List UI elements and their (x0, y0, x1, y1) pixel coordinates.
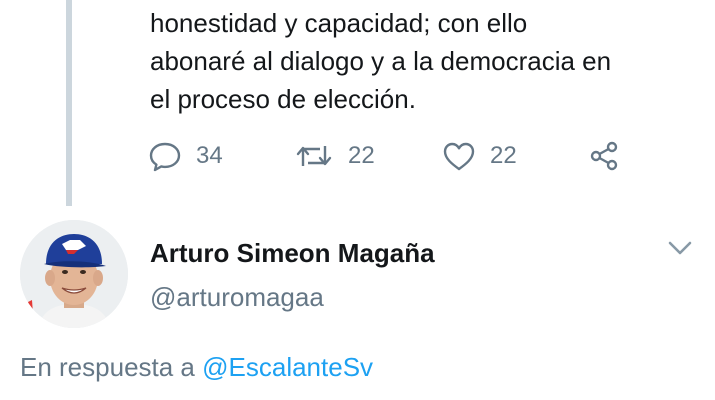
author-handle[interactable]: @arturomagaa (150, 282, 324, 313)
share-button[interactable] (588, 136, 622, 176)
retweet-icon (294, 140, 334, 172)
reply-prefix: En respuesta a (20, 352, 195, 382)
tweet-text-line-2: abonaré al dialogo y a la democracia en (150, 46, 612, 76)
tweet-actions-bar: 34 22 22 (148, 136, 648, 176)
like-icon (442, 140, 476, 172)
retweet-count: 22 (348, 142, 375, 169)
tweet-text: honestidad y capacidad; con ello abonaré… (150, 4, 710, 118)
like-count: 22 (490, 142, 517, 169)
tweet-text-line-1: honestidad y capacidad; con ello (150, 8, 528, 38)
avatar[interactable] (20, 220, 128, 328)
chevron-down-icon[interactable] (666, 238, 694, 258)
avatar-photo (20, 220, 128, 328)
author-name[interactable]: Arturo Simeon Magaña (150, 238, 435, 269)
tweet-text-line-3: el proceso de elección. (150, 84, 416, 114)
retweet-button[interactable]: 22 (294, 136, 375, 176)
reply-to-link[interactable]: @EscalanteSv (202, 352, 373, 382)
reply-button[interactable]: 34 (148, 136, 223, 176)
share-icon (588, 140, 622, 172)
reply-context: En respuesta a @EscalanteSv (20, 352, 373, 383)
reply-count: 34 (196, 142, 223, 169)
thread-connector-line (66, 0, 72, 206)
like-button[interactable]: 22 (442, 136, 517, 176)
reply-icon (148, 140, 182, 172)
